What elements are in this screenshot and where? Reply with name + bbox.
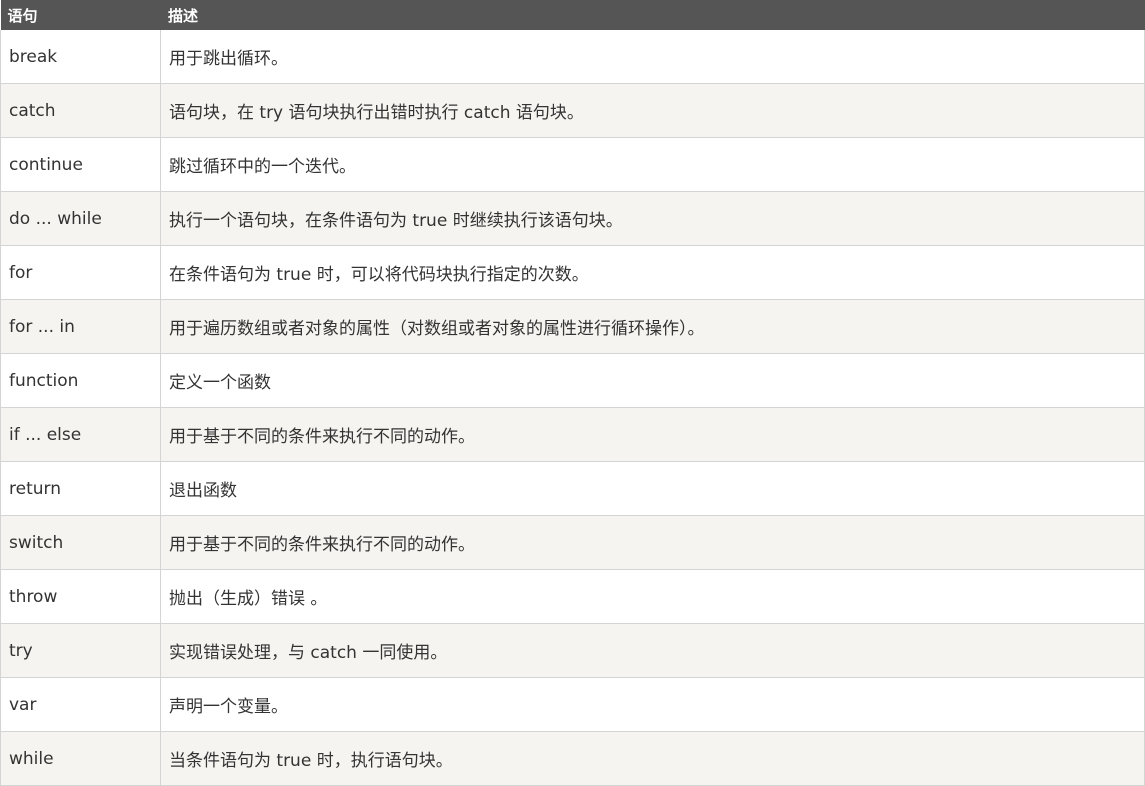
- statement-cell: var: [0, 677, 161, 732]
- statement-cell: throw: [0, 569, 161, 624]
- description-cell: 用于基于不同的条件来执行不同的动作。: [160, 515, 1145, 570]
- description-cell: 定义一个函数: [160, 353, 1145, 408]
- description-cell: 当条件语句为 true 时，执行语句块。: [160, 731, 1145, 786]
- header-row: 语句 描述: [0, 0, 1145, 30]
- statement-cell: catch: [0, 83, 161, 138]
- table-row: break 用于跳出循环。: [0, 30, 1145, 84]
- table-row: throw 抛出（生成）错误 。: [0, 569, 1145, 624]
- statement-cell: while: [0, 731, 161, 786]
- statement-cell: for ... in: [0, 299, 161, 354]
- description-cell: 在条件语句为 true 时，可以将代码块执行指定的次数。: [160, 245, 1145, 300]
- description-cell: 用于遍历数组或者对象的属性（对数组或者对象的属性进行循环操作）。: [160, 299, 1145, 354]
- description-cell: 抛出（生成）错误 。: [160, 569, 1145, 624]
- statement-cell: continue: [0, 137, 161, 192]
- statement-cell: return: [0, 461, 161, 516]
- description-cell: 执行一个语句块，在条件语句为 true 时继续执行该语句块。: [160, 191, 1145, 246]
- description-cell: 实现错误处理，与 catch 一同使用。: [160, 623, 1145, 678]
- description-cell: 用于基于不同的条件来执行不同的动作。: [160, 407, 1145, 462]
- statements-table: 语句 描述 break 用于跳出循环。 catch 语句块，在 try 语句块执行出错…: [0, 0, 1145, 786]
- statement-cell: if ... else: [0, 407, 161, 462]
- table-body: break 用于跳出循环。 catch 语句块，在 try 语句块执行出错时执行 ca…: [0, 30, 1145, 786]
- table-row: return 退出函数: [0, 461, 1145, 516]
- description-cell: 语句块，在 try 语句块执行出错时执行 catch 语句块。: [160, 83, 1145, 138]
- statement-cell: try: [0, 623, 161, 678]
- statement-cell: do ... while: [0, 191, 161, 246]
- table-row: if ... else 用于基于不同的条件来执行不同的动作。: [0, 407, 1145, 462]
- statement-cell: for: [0, 245, 161, 300]
- table-row: for 在条件语句为 true 时，可以将代码块执行指定的次数。: [0, 245, 1145, 300]
- statement-cell: function: [0, 353, 161, 408]
- table-row: function 定义一个函数: [0, 353, 1145, 408]
- description-cell: 退出函数: [160, 461, 1145, 516]
- table-row: try 实现错误处理，与 catch 一同使用。: [0, 623, 1145, 678]
- table-row: for ... in 用于遍历数组或者对象的属性（对数组或者对象的属性进行循环操作…: [0, 299, 1145, 354]
- header-description: 描述: [160, 0, 1145, 30]
- description-cell: 用于跳出循环。: [160, 30, 1145, 84]
- description-cell: 声明一个变量。: [160, 677, 1145, 732]
- table-row: do ... while 执行一个语句块，在条件语句为 true 时继续执行该语句…: [0, 191, 1145, 246]
- statement-cell: break: [0, 30, 161, 84]
- table-row: catch 语句块，在 try 语句块执行出错时执行 catch 语句块。: [0, 83, 1145, 138]
- table-row: var 声明一个变量。: [0, 677, 1145, 732]
- table-row: while 当条件语句为 true 时，执行语句块。: [0, 731, 1145, 786]
- statement-cell: switch: [0, 515, 161, 570]
- table-row: continue 跳过循环中的一个迭代。: [0, 137, 1145, 192]
- table-header: 语句 描述: [0, 0, 1145, 30]
- header-statement: 语句: [0, 0, 161, 30]
- table-row: switch 用于基于不同的条件来执行不同的动作。: [0, 515, 1145, 570]
- description-cell: 跳过循环中的一个迭代。: [160, 137, 1145, 192]
